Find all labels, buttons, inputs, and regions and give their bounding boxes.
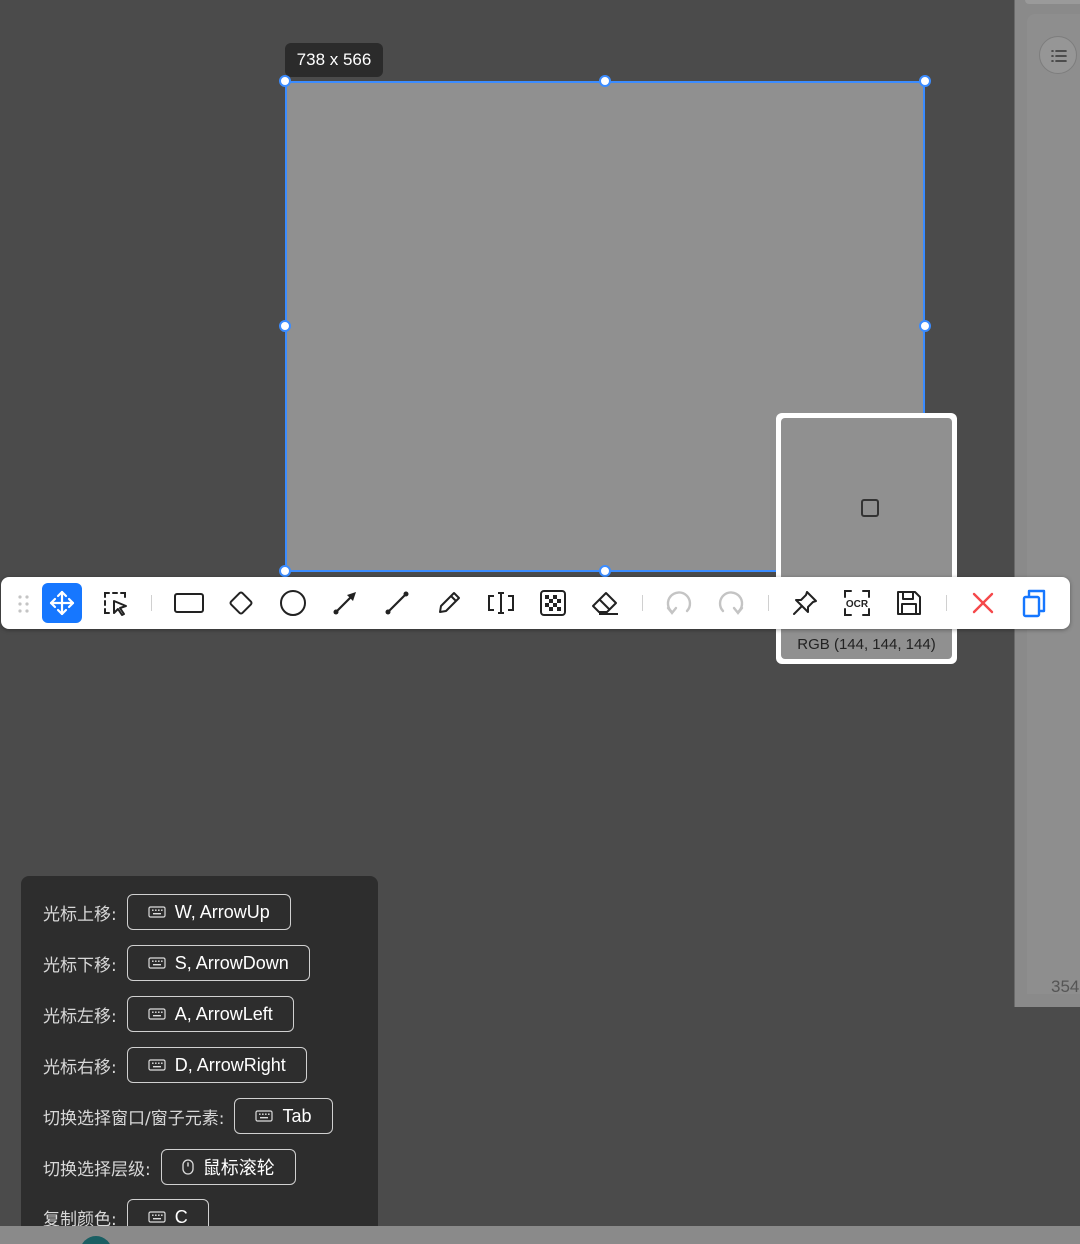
resize-handle-top-left[interactable]	[279, 75, 291, 87]
close-icon	[972, 592, 994, 614]
resize-handle-bottom[interactable]	[599, 565, 611, 577]
keyboard-icon	[255, 1110, 274, 1122]
text-icon	[488, 592, 514, 614]
toolbar-separator	[151, 595, 152, 611]
keyboard-icon	[148, 1211, 166, 1223]
shortcut-key: Tab	[234, 1098, 333, 1134]
annotation-toolbar: OCR	[1, 577, 1070, 629]
move-icon	[49, 590, 75, 616]
selection-size-label: 738 x 566	[285, 43, 383, 77]
toolbar-separator	[642, 595, 643, 611]
pen-tool-button[interactable]	[429, 583, 469, 623]
svg-text:OCR: OCR	[846, 599, 869, 610]
shortcut-label: 光标左移:	[43, 1006, 117, 1027]
shortcut-label: 切换选择层级:	[43, 1159, 151, 1180]
window-panel	[1027, 14, 1080, 994]
shortcut-label: 光标上移:	[43, 904, 117, 925]
select-element-icon	[104, 592, 127, 616]
arrow-tool-button[interactable]	[325, 583, 365, 623]
keyboard-icon	[148, 957, 166, 969]
eraser-icon	[592, 592, 618, 615]
undo-icon	[666, 591, 692, 615]
shortcut-label: 光标右移:	[43, 1057, 117, 1078]
ocr-button[interactable]: OCR	[837, 583, 877, 623]
shortcut-row: 光标下移: S, ArrowDown	[43, 945, 310, 981]
shortcut-row: 光标右移: D, ArrowRight	[43, 1047, 307, 1083]
undo-button[interactable]	[659, 583, 699, 623]
shortcut-label: 切换选择窗口/窗子元素:	[43, 1108, 225, 1129]
resize-handle-left[interactable]	[279, 320, 291, 332]
redo-button[interactable]	[711, 583, 751, 623]
shortcut-key: S, ArrowDown	[126, 945, 310, 981]
circle-icon	[280, 590, 306, 616]
shortcut-row: 光标上移: W, ArrowUp	[43, 894, 291, 930]
list-icon	[1051, 50, 1067, 62]
drag-handle-icon[interactable]	[17, 594, 31, 614]
copy-button[interactable]	[1014, 583, 1054, 623]
shortcut-key-text: D, ArrowRight	[174, 1054, 286, 1075]
taskbar-app-icon[interactable]	[80, 1236, 112, 1244]
shortcut-key-text: A, ArrowLeft	[174, 1003, 273, 1024]
move-tool-button[interactable]	[42, 583, 82, 623]
pixel-color-value: RGB (144, 144, 144)	[781, 629, 952, 659]
window-top-edge	[1025, 0, 1080, 4]
keyboard-icon	[148, 1059, 166, 1071]
diamond-tool-button[interactable]	[221, 583, 261, 623]
text-tool-button[interactable]	[481, 583, 521, 623]
save-button[interactable]	[889, 583, 929, 623]
mosaic-icon	[540, 590, 566, 616]
page-number: 354	[1051, 977, 1080, 996]
arrow-icon	[333, 592, 356, 615]
ocr-icon: OCR	[844, 590, 870, 616]
copy-icon	[1022, 589, 1046, 618]
shortcut-key: W, ArrowUp	[126, 894, 291, 930]
diamond-icon	[229, 591, 253, 615]
list-menu-button[interactable]	[1039, 36, 1077, 74]
shortcut-key-text: S, ArrowDown	[174, 952, 289, 973]
shortcut-help-panel: 光标上移: W, ArrowUp 光标下移: S, ArrowDown 光标左移…	[21, 876, 378, 1244]
pin-button[interactable]	[785, 583, 825, 623]
shortcut-row: 切换选择层级: 鼠标滚轮	[43, 1149, 296, 1185]
shortcut-key: 鼠标滚轮	[160, 1149, 296, 1185]
cancel-button[interactable]	[963, 583, 1003, 623]
mouse-icon	[182, 1159, 194, 1175]
shortcut-key-text: C	[174, 1206, 188, 1227]
line-tool-button[interactable]	[377, 583, 417, 623]
shortcut-label: 光标下移:	[43, 955, 117, 976]
shortcut-key-text: 鼠标滚轮	[202, 1158, 275, 1178]
keyboard-icon	[148, 906, 166, 918]
save-icon	[897, 591, 921, 615]
keyboard-icon	[148, 1008, 166, 1020]
shortcut-key-text: W, ArrowUp	[174, 901, 270, 922]
shortcut-key: D, ArrowRight	[126, 1047, 307, 1083]
shortcut-key: A, ArrowLeft	[126, 996, 294, 1032]
resize-handle-bottom-left[interactable]	[279, 565, 291, 577]
rectangle-tool-button[interactable]	[169, 583, 209, 623]
taskbar	[0, 1226, 1080, 1244]
cursor-pixel-box	[861, 499, 879, 517]
ellipse-tool-button[interactable]	[273, 583, 313, 623]
background-window: 354	[1014, 0, 1080, 1007]
rectangle-icon	[174, 593, 204, 613]
resize-handle-top-right[interactable]	[919, 75, 931, 87]
mosaic-tool-button[interactable]	[533, 583, 573, 623]
line-icon	[385, 591, 409, 615]
toolbar-separator	[768, 595, 769, 611]
shortcut-row: 光标左移: A, ArrowLeft	[43, 996, 294, 1032]
eraser-tool-button[interactable]	[585, 583, 625, 623]
shortcut-key-text: Tab	[282, 1105, 312, 1126]
pin-icon	[793, 591, 817, 615]
shortcut-row: 切换选择窗口/窗子元素: Tab	[43, 1098, 333, 1134]
select-element-tool-button[interactable]	[95, 583, 135, 623]
toolbar-separator	[946, 595, 947, 611]
redo-icon	[718, 591, 744, 615]
pencil-icon	[439, 592, 460, 613]
resize-handle-top[interactable]	[599, 75, 611, 87]
resize-handle-right[interactable]	[919, 320, 931, 332]
